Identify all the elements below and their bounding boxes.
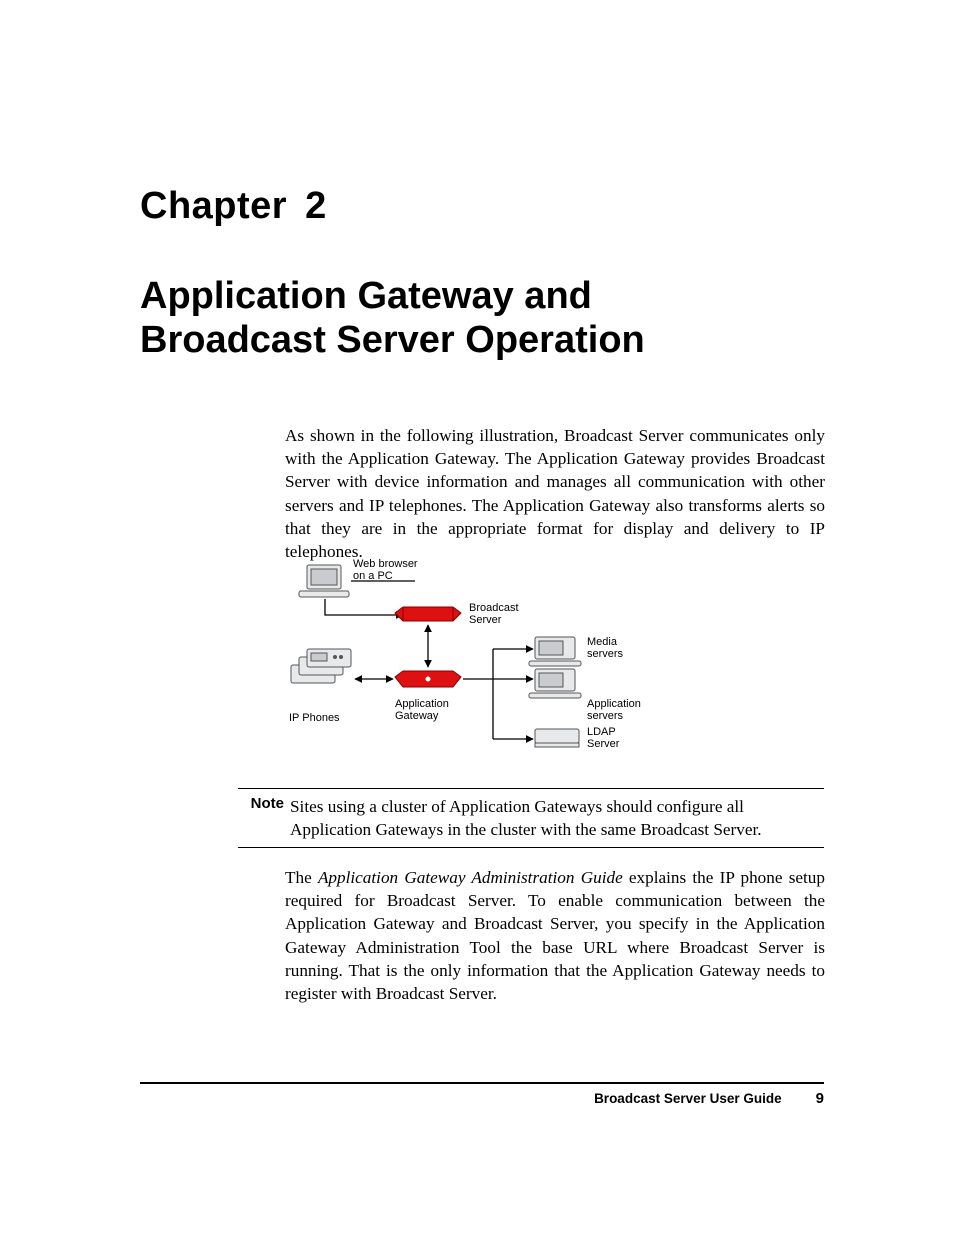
app-gateway-label-1: Application — [395, 698, 449, 710]
application-gateway-icon — [395, 671, 461, 687]
ldap-server-icon — [535, 729, 579, 747]
para2-pre: The — [285, 868, 318, 887]
title-line-1: Application Gateway and — [140, 275, 592, 317]
chapter-number: 2 — [305, 185, 327, 227]
footer-doc-title: Broadcast Server User Guide — [594, 1091, 782, 1106]
chapter-heading: Chapter 2 — [140, 185, 327, 228]
app-servers-label-1: Application — [587, 698, 641, 710]
note-block: Note Sites using a cluster of Applicatio… — [238, 788, 824, 848]
page-footer: Broadcast Server User Guide 9 — [140, 1082, 824, 1114]
application-servers-icon — [529, 669, 581, 698]
followup-paragraph: The Application Gateway Administration G… — [285, 866, 825, 1005]
pc-icon — [299, 565, 349, 597]
ip-phones-icon — [291, 649, 351, 683]
note-rule-top — [238, 788, 824, 789]
title-line-2: Broadcast Server Operation — [140, 319, 645, 361]
app-gateway-label-2: Gateway — [395, 710, 439, 722]
note-rule-bottom — [238, 847, 824, 848]
para2-post: explains the IP phone setup required for… — [285, 868, 825, 1003]
broadcast-server-label-1: Broadcast — [469, 602, 519, 614]
pc-label-2: on a PC — [353, 570, 393, 582]
ldap-label-2: Server — [587, 738, 620, 750]
note-text: Sites using a cluster of Application Gat… — [290, 795, 824, 841]
footer-page-number: 9 — [816, 1090, 824, 1107]
referenced-guide-title: Application Gateway Administration Guide — [318, 868, 623, 887]
media-servers-icon — [529, 637, 581, 666]
document-page: Chapter 2 Application Gateway and Broadca… — [0, 0, 954, 1235]
note-label: Note — [238, 795, 290, 841]
chapter-label: Chapter — [140, 185, 287, 227]
broadcast-server-label-2: Server — [469, 614, 502, 626]
media-servers-label-2: servers — [587, 648, 624, 660]
ip-phones-label: IP Phones — [289, 712, 340, 724]
pc-label-1: Web browser — [353, 558, 418, 570]
architecture-figure: Web browser on a PC Broadcast Server — [285, 557, 705, 777]
app-servers-label-2: servers — [587, 710, 624, 722]
page-title: Application Gateway and Broadcast Server… — [140, 275, 820, 362]
intro-paragraph: As shown in the following illustration, … — [285, 424, 825, 563]
architecture-diagram-svg: Web browser on a PC Broadcast Server — [285, 557, 705, 777]
media-servers-label-1: Media — [587, 636, 618, 648]
ldap-label-1: LDAP — [587, 726, 616, 738]
broadcast-server-icon — [395, 607, 461, 621]
